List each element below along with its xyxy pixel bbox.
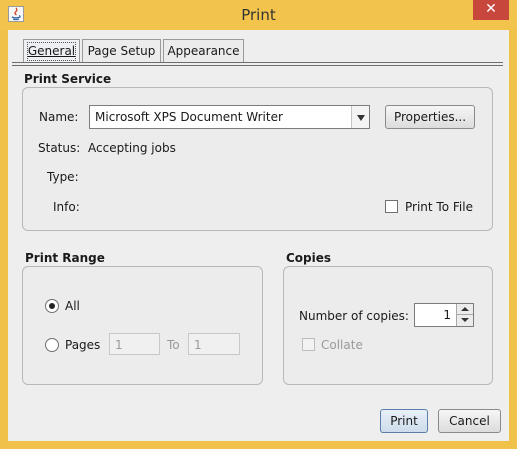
tab-general[interactable]: General	[23, 39, 80, 63]
print-label: Print	[390, 414, 418, 428]
increment-icon[interactable]	[456, 304, 473, 315]
tab-divider	[12, 62, 503, 66]
close-button[interactable]: ✕	[473, 0, 509, 20]
print-range-heading: Print Range	[25, 251, 105, 265]
print-to-file-label[interactable]: Print To File	[405, 200, 473, 214]
tab-label: Page Setup	[87, 44, 156, 58]
pages-to-value: 1	[194, 338, 202, 352]
print-range-group	[22, 266, 263, 385]
all-radio[interactable]	[45, 299, 59, 313]
cancel-label: Cancel	[449, 414, 490, 428]
pages-from-field[interactable]: 1	[109, 333, 160, 355]
cancel-button[interactable]: Cancel	[438, 409, 501, 433]
print-to-file-checkbox[interactable]	[385, 200, 398, 213]
info-label: Info:	[53, 200, 80, 214]
tab-appearance[interactable]: Appearance	[163, 39, 244, 63]
pages-from-value: 1	[115, 338, 123, 352]
collate-label[interactable]: Collate	[321, 338, 363, 352]
print-button[interactable]: Print	[380, 409, 428, 433]
printer-select[interactable]: Microsoft XPS Document Writer	[89, 105, 370, 129]
tab-label: General	[27, 44, 76, 58]
name-label: Name:	[39, 110, 79, 124]
title-bar: Print ✕	[0, 0, 517, 30]
tab-page-setup[interactable]: Page Setup	[82, 39, 161, 63]
to-label: To	[167, 338, 180, 352]
all-label[interactable]: All	[65, 299, 80, 313]
window-title: Print	[241, 6, 276, 24]
chevron-down-icon[interactable]	[351, 106, 369, 128]
properties-button[interactable]: Properties...	[385, 105, 475, 129]
number-of-copies-label: Number of copies:	[299, 309, 409, 323]
pages-radio[interactable]	[45, 338, 59, 352]
status-value: Accepting jobs	[88, 141, 176, 155]
pages-to-field[interactable]: 1	[188, 333, 240, 355]
close-icon: ✕	[485, 1, 497, 17]
print-service-heading: Print Service	[24, 72, 112, 86]
status-label: Status:	[38, 141, 81, 155]
type-label: Type:	[47, 170, 79, 184]
properties-label: Properties...	[393, 110, 467, 124]
copies-value: 1	[443, 308, 451, 322]
decrement-icon[interactable]	[456, 315, 473, 326]
collate-checkbox[interactable]	[302, 338, 315, 351]
pages-label[interactable]: Pages	[65, 338, 100, 352]
print-dialog: General Page Setup Appearance Print Serv…	[8, 30, 509, 441]
tab-label: Appearance	[167, 44, 240, 58]
radio-selected-dot	[49, 303, 55, 309]
copies-heading: Copies	[286, 251, 332, 265]
copies-spinner[interactable]: 1	[414, 303, 474, 327]
printer-value: Microsoft XPS Document Writer	[95, 110, 283, 124]
